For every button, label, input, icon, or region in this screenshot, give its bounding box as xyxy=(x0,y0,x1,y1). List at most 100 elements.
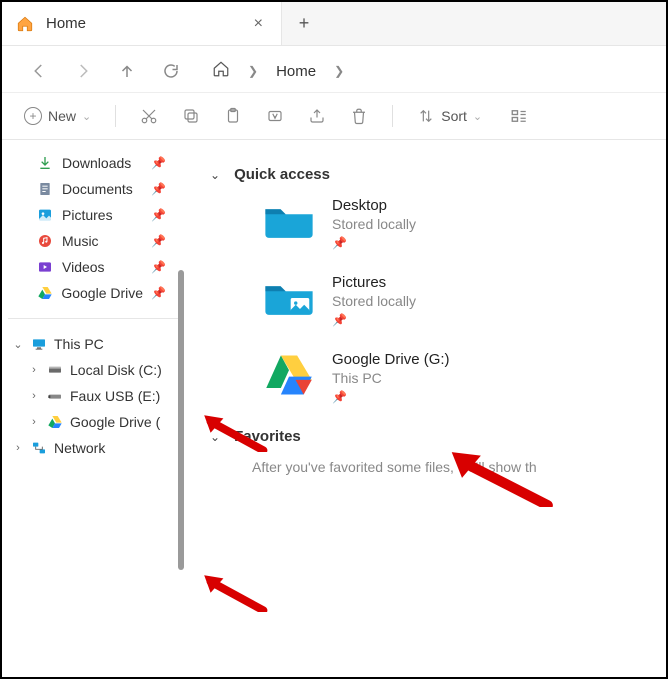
new-button[interactable]: + New ⌄ xyxy=(16,103,99,129)
breadcrumb[interactable]: ❯ Home ❯ xyxy=(212,60,344,82)
sort-button[interactable]: Sort ⌄ xyxy=(409,103,490,129)
rename-button[interactable] xyxy=(258,103,292,129)
sort-label: Sort xyxy=(441,108,467,124)
paste-button[interactable] xyxy=(216,103,250,129)
new-tab-button[interactable]: + xyxy=(282,13,326,34)
sidebar-item-label: Google Drive xyxy=(61,285,143,301)
chevron-right-icon[interactable]: › xyxy=(28,416,40,428)
download-icon xyxy=(36,154,54,172)
view-button[interactable] xyxy=(502,103,536,129)
network-icon xyxy=(30,439,48,457)
usb-icon xyxy=(46,387,64,405)
sidebar-item-label: Music xyxy=(62,233,99,249)
view-options-icon xyxy=(510,107,528,125)
pin-icon: 📌 xyxy=(151,260,174,274)
item-name: Desktop xyxy=(332,197,416,214)
new-label: New xyxy=(48,108,76,124)
section-title: Favorites xyxy=(234,428,301,445)
cut-button[interactable] xyxy=(132,103,166,129)
item-name: Google Drive (G:) xyxy=(332,351,450,368)
pin-icon: 📌 xyxy=(151,156,174,170)
toolbar: + New ⌄ Sort ⌄ xyxy=(2,93,666,140)
chevron-down-icon[interactable]: ⌄ xyxy=(12,338,24,351)
pin-icon: 📌 xyxy=(151,286,174,300)
chevron-down-icon[interactable]: ⌄ xyxy=(210,168,220,182)
delete-button[interactable] xyxy=(342,103,376,129)
chevron-right-icon[interactable]: › xyxy=(12,442,24,454)
pin-icon: 📌 xyxy=(151,208,174,222)
home-outline-icon xyxy=(212,60,230,82)
sort-icon xyxy=(417,107,435,125)
plus-circle-icon: + xyxy=(24,107,42,125)
chevron-right-icon: ❯ xyxy=(334,64,344,78)
sidebar-item-downloads[interactable]: Downloads 📌 xyxy=(2,150,184,176)
gdrive-icon xyxy=(36,284,53,302)
pc-icon xyxy=(30,335,48,353)
breadcrumb-location[interactable]: Home xyxy=(276,63,316,80)
quick-item-gdrive[interactable]: Google Drive (G:) This PC 📌 xyxy=(262,351,658,404)
section-title: Quick access xyxy=(234,166,330,183)
pictures-folder-icon xyxy=(262,274,316,322)
clipboard-icon xyxy=(224,107,242,125)
tree-gdrive[interactable]: › Google Drive ( xyxy=(2,409,184,435)
up-button[interactable] xyxy=(116,60,138,82)
trash-icon xyxy=(350,107,368,125)
tree-label: This PC xyxy=(54,336,104,352)
videos-icon xyxy=(36,258,54,276)
quick-item-pictures[interactable]: Pictures Stored locally 📌 xyxy=(262,274,658,327)
tree-this-pc[interactable]: ⌄ This PC xyxy=(2,331,184,357)
sidebar-item-gdrive[interactable]: Google Drive 📌 xyxy=(2,280,184,306)
folder-icon xyxy=(262,197,316,245)
share-button[interactable] xyxy=(300,103,334,129)
sidebar-item-label: Videos xyxy=(62,259,105,275)
sidebar-item-documents[interactable]: Documents 📌 xyxy=(2,176,184,202)
separator xyxy=(392,105,393,127)
sidebar-item-pictures[interactable]: Pictures 📌 xyxy=(2,202,184,228)
copy-icon xyxy=(182,107,200,125)
nav-bar: ❯ Home ❯ xyxy=(2,46,666,93)
pictures-icon xyxy=(36,206,54,224)
chevron-right-icon[interactable]: › xyxy=(28,390,40,402)
scissors-icon xyxy=(140,107,158,125)
section-favorites[interactable]: ⌄ Favorites xyxy=(210,428,658,445)
sidebar-item-label: Pictures xyxy=(62,207,113,223)
sidebar-item-label: Downloads xyxy=(62,155,131,171)
tab-home[interactable]: Home × xyxy=(2,2,282,45)
back-button[interactable] xyxy=(28,60,50,82)
item-sub: This PC xyxy=(332,370,450,386)
item-sub: Stored locally xyxy=(332,216,416,232)
gdrive-icon xyxy=(46,413,64,431)
sidebar-separator xyxy=(8,318,178,319)
tree-faux-usb[interactable]: › Faux USB (E:) xyxy=(2,383,184,409)
share-icon xyxy=(308,107,326,125)
tree-label: Local Disk (C:) xyxy=(70,362,162,378)
refresh-button[interactable] xyxy=(160,60,182,82)
tree-network[interactable]: › Network xyxy=(2,435,184,461)
tab-label: Home xyxy=(46,15,86,32)
chevron-down-icon[interactable]: ⌄ xyxy=(210,430,220,444)
sidebar-item-videos[interactable]: Videos 📌 xyxy=(2,254,184,280)
sidebar-item-label: Documents xyxy=(62,181,133,197)
close-tab-icon[interactable]: × xyxy=(254,16,263,32)
rename-icon xyxy=(266,107,284,125)
copy-button[interactable] xyxy=(174,103,208,129)
tree-local-disk[interactable]: › Local Disk (C:) xyxy=(2,357,184,383)
title-bar: Home × + xyxy=(2,2,666,46)
sidebar-item-music[interactable]: Music 📌 xyxy=(2,228,184,254)
sidebar: Downloads 📌 Documents 📌 Pictures 📌 Music… xyxy=(2,140,184,667)
pin-icon: 📌 xyxy=(151,234,174,248)
forward-button[interactable] xyxy=(72,60,94,82)
chevron-right-icon: ❯ xyxy=(248,64,258,78)
chevron-down-icon: ⌄ xyxy=(82,110,91,123)
section-quick-access[interactable]: ⌄ Quick access xyxy=(210,166,658,183)
sidebar-scrollbar[interactable] xyxy=(178,270,184,570)
quick-item-desktop[interactable]: Desktop Stored locally 📌 xyxy=(262,197,658,250)
pin-icon: 📌 xyxy=(332,313,416,327)
chevron-right-icon[interactable]: › xyxy=(28,364,40,376)
separator xyxy=(115,105,116,127)
favorites-empty-text: After you've favorited some files, we'll… xyxy=(252,459,658,475)
tree-label: Google Drive ( xyxy=(70,414,160,430)
home-icon xyxy=(16,15,34,33)
tree-label: Network xyxy=(54,440,105,456)
pin-icon: 📌 xyxy=(332,236,416,250)
